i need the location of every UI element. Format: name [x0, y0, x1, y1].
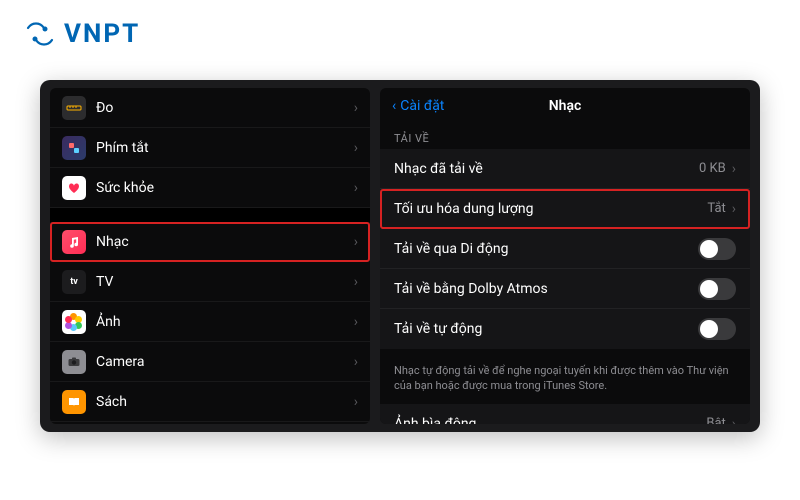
row-auto-download[interactable]: Tải về tự động: [380, 309, 750, 349]
row-downloaded-music[interactable]: Nhạc đã tải về 0 KB ›: [380, 149, 750, 189]
row-label: Tải về bằng Dolby Atmos: [394, 281, 698, 297]
chevron-right-icon: ›: [354, 140, 358, 156]
books-icon: [62, 390, 86, 414]
chevron-right-icon: ›: [732, 161, 736, 177]
tv-icon: tv: [62, 270, 86, 294]
back-button[interactable]: ‹ Cài đặt: [392, 98, 444, 114]
vnpt-logo-mark: [24, 18, 56, 50]
row-optimize-storage[interactable]: Tối ưu hóa dung lượng Tắt ›: [380, 189, 750, 229]
row-label: Tối ưu hóa dung lượng: [394, 201, 707, 217]
music-icon: [62, 230, 86, 254]
photos-icon: [62, 310, 86, 334]
row-download-atmos[interactable]: Tải về bằng Dolby Atmos: [380, 269, 750, 309]
row-label: Sách: [96, 394, 354, 410]
row-label: Đo: [96, 100, 354, 116]
row-label: Tải về qua Di động: [394, 241, 698, 257]
group-separator: [50, 208, 370, 222]
row-label: Nhạc: [96, 234, 354, 250]
chevron-right-icon: ›: [732, 201, 736, 217]
measure-icon: [62, 96, 86, 120]
row-label: Camera: [96, 354, 354, 370]
downloads-footer-text: Nhạc tự động tải về để nghe ngoại tuyến …: [380, 357, 750, 404]
toggle-cellular[interactable]: [698, 238, 736, 260]
settings-row-podcasts[interactable]: Podcast ›: [50, 422, 370, 424]
settings-row-tv[interactable]: tv TV ›: [50, 262, 370, 302]
row-label: Nhạc đã tải về: [394, 161, 699, 177]
camera-icon: [62, 350, 86, 374]
row-label: Ảnh: [96, 314, 354, 330]
settings-row-camera[interactable]: Camera ›: [50, 342, 370, 382]
row-label: TV: [96, 274, 354, 290]
vnpt-logo: VNPT: [24, 18, 140, 50]
row-download-cellular[interactable]: Tải về qua Di động: [380, 229, 750, 269]
row-label: Tải về tự động: [394, 321, 698, 337]
chevron-right-icon: ›: [354, 354, 358, 370]
downloads-group: Nhạc đã tải về 0 KB › Tối ưu hóa dung lư…: [380, 149, 750, 349]
screenshot-stage: Đo › Phím tắt › Sức khỏe › Nhạc › tv: [40, 80, 760, 432]
settings-row-health[interactable]: Sức khỏe ›: [50, 168, 370, 208]
chevron-left-icon: ‹: [392, 98, 396, 114]
nav-title: Nhạc: [549, 98, 582, 114]
chevron-right-icon: ›: [354, 394, 358, 410]
section-header-downloads: TẢI VỀ: [380, 124, 750, 149]
chevron-right-icon: ›: [354, 274, 358, 290]
row-label: Phím tắt: [96, 140, 354, 156]
settings-row-photos[interactable]: Ảnh ›: [50, 302, 370, 342]
navbar: ‹ Cài đặt Nhạc: [380, 88, 750, 124]
chevron-right-icon: ›: [354, 180, 358, 196]
row-label: Sức khỏe: [96, 180, 354, 196]
display-group: Ảnh bìa động Bật ›: [380, 404, 750, 424]
music-settings-panel: ‹ Cài đặt Nhạc TẢI VỀ Nhạc đã tải về 0 K…: [380, 88, 750, 424]
row-value: Bật: [706, 416, 725, 424]
health-icon: [62, 176, 86, 200]
settings-row-measure[interactable]: Đo ›: [50, 88, 370, 128]
back-label: Cài đặt: [400, 98, 444, 114]
chevron-right-icon: ›: [354, 100, 358, 116]
settings-row-music[interactable]: Nhạc ›: [50, 222, 370, 262]
vnpt-logo-text: VNPT: [64, 19, 140, 49]
toggle-auto[interactable]: [698, 318, 736, 340]
row-value: Tắt: [707, 201, 725, 216]
settings-row-books[interactable]: Sách ›: [50, 382, 370, 422]
settings-left-panel: Đo › Phím tắt › Sức khỏe › Nhạc › tv: [50, 88, 370, 424]
settings-row-shortcuts[interactable]: Phím tắt ›: [50, 128, 370, 168]
row-value: 0 KB: [699, 161, 726, 176]
shortcuts-icon: [62, 136, 86, 160]
chevron-right-icon: ›: [732, 416, 736, 424]
row-animated-cover[interactable]: Ảnh bìa động Bật ›: [380, 404, 750, 424]
chevron-right-icon: ›: [354, 314, 358, 330]
row-label: Ảnh bìa động: [394, 416, 706, 424]
toggle-atmos[interactable]: [698, 278, 736, 300]
chevron-right-icon: ›: [354, 234, 358, 250]
